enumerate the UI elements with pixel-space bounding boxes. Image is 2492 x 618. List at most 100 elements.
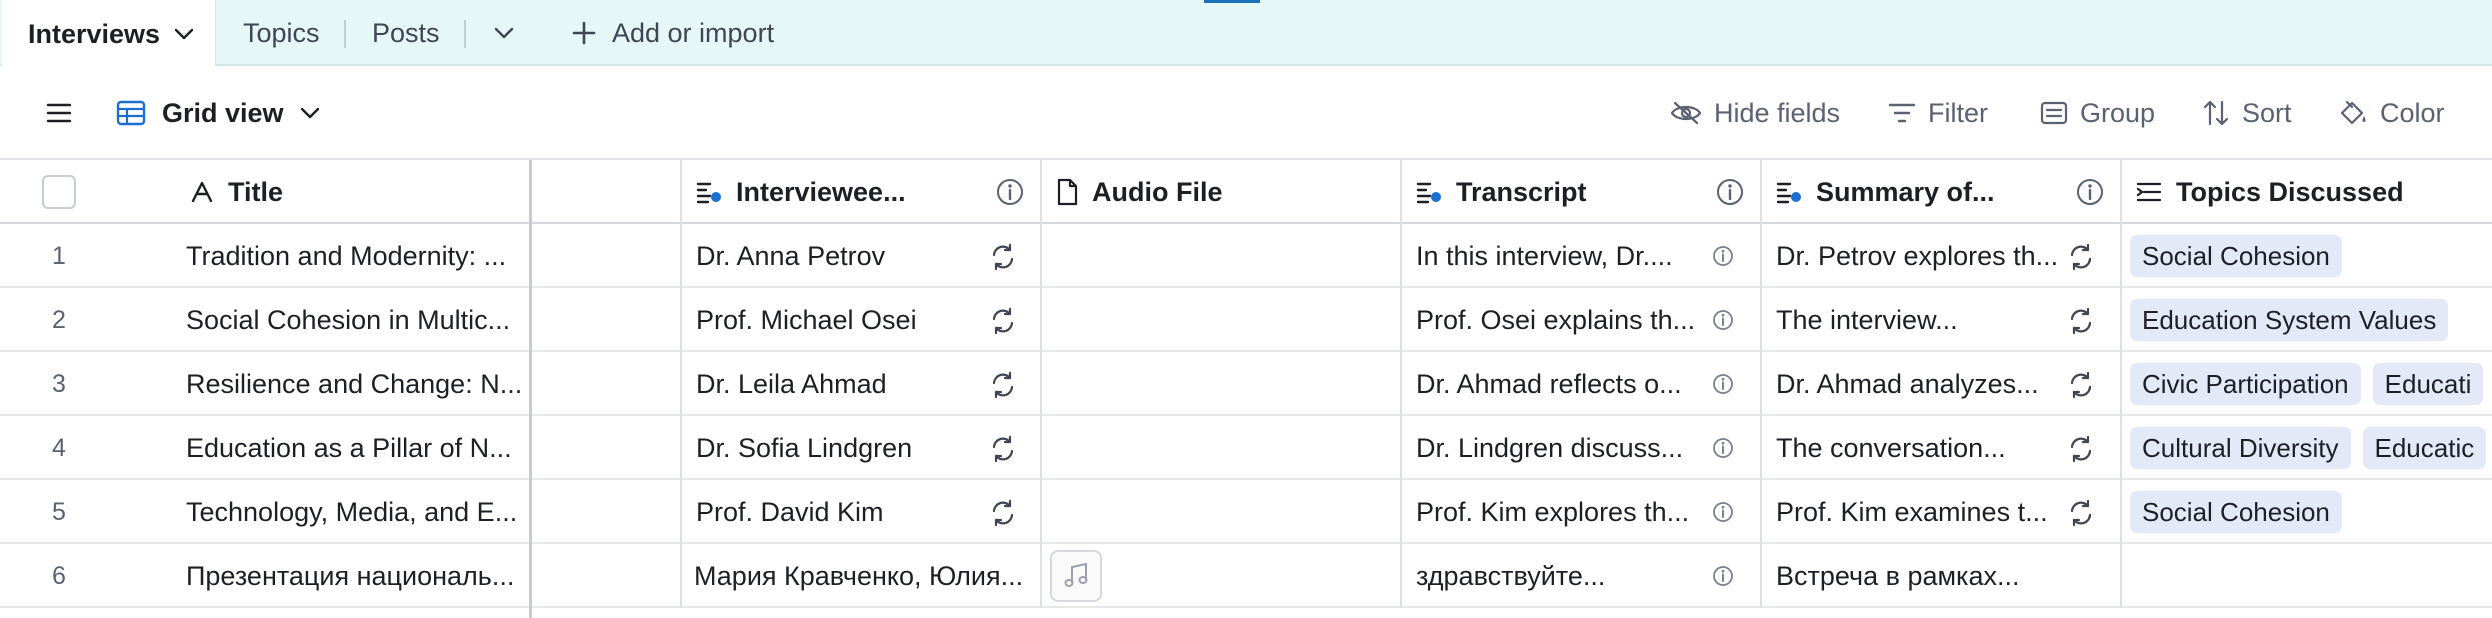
add-or-import-button[interactable]: Add or import [572, 0, 774, 66]
cell-summary[interactable]: Prof. Kim examines t... [1776, 480, 2058, 544]
table-row[interactable]: 4 Education as a Pillar of N... Dr. Sofi… [0, 416, 2492, 480]
cell-audio-file[interactable] [1044, 416, 1398, 480]
column-header-audio-file[interactable]: Audio File [1042, 160, 1400, 224]
column-header-topics[interactable]: Topics Discussed [2122, 160, 2492, 224]
info-icon[interactable] [1712, 373, 1734, 395]
column-header-transcript[interactable]: Transcript [1402, 160, 1760, 224]
cell-transcript[interactable]: Dr. Lindgren discuss... [1416, 416, 1716, 480]
tab-interviews[interactable]: Interviews [2, 0, 216, 68]
cell-topics[interactable]: Cultural Diversity Educatic [2130, 416, 2492, 480]
cell-topics[interactable]: Social Cohesion [2130, 224, 2492, 288]
topic-pill[interactable]: Educati [2372, 363, 2484, 405]
cell-summary-text: Dr. Petrov explores th... [1776, 240, 2058, 271]
table-row[interactable]: 3 Resilience and Change: N... Dr. Leila … [0, 352, 2492, 416]
menu-button[interactable] [46, 66, 72, 160]
more-tables-button[interactable] [494, 0, 514, 66]
info-icon[interactable] [2076, 178, 2104, 206]
refresh-icon[interactable] [2068, 244, 2094, 270]
cell-title[interactable]: Tradition and Modernity: ... [186, 224, 522, 288]
cell-title[interactable]: Social Cohesion in Multic... [186, 288, 522, 352]
refresh-icon[interactable] [990, 244, 1016, 270]
topic-pill[interactable]: Educatic [2362, 427, 2487, 469]
select-all-checkbox[interactable] [42, 175, 76, 209]
column-header-interviewee[interactable]: Interviewee... [682, 160, 1040, 224]
group-button[interactable]: Group [2040, 66, 2155, 160]
cell-transcript[interactable]: Prof. Kim explores th... [1416, 480, 1716, 544]
cell-interviewee[interactable]: Prof. Michael Osei [696, 288, 1026, 352]
cell-title[interactable]: Education as a Pillar of N... [186, 416, 522, 480]
tab-topics[interactable]: Topics [243, 0, 320, 66]
column-header-title[interactable]: Title [176, 160, 530, 224]
cell-interviewee[interactable]: Dr. Sofia Lindgren [696, 416, 1026, 480]
color-button[interactable]: Color [2338, 66, 2445, 160]
cell-summary[interactable]: Dr. Petrov explores th... [1776, 224, 2058, 288]
column-header-summary[interactable]: Summary of... [1762, 160, 2120, 224]
info-icon[interactable] [1712, 437, 1734, 459]
eye-slash-icon [1670, 101, 1702, 125]
filter-button[interactable]: Filter [1888, 66, 1988, 160]
cell-audio-file[interactable] [1044, 224, 1398, 288]
refresh-icon[interactable] [2068, 436, 2094, 462]
frozen-column-divider[interactable] [529, 160, 532, 618]
sort-button[interactable]: Sort [2202, 66, 2292, 160]
cell-interviewee[interactable]: Dr. Anna Petrov [696, 224, 1026, 288]
linked-record-icon [2136, 181, 2162, 203]
cell-transcript[interactable]: здравствуйте... [1416, 544, 1716, 608]
info-icon[interactable] [1712, 245, 1734, 267]
topic-pill[interactable]: Education System Values [2130, 299, 2449, 341]
table-row[interactable]: 6 Презентация националь... Мария Кравчен… [0, 544, 2492, 608]
cell-title[interactable]: Technology, Media, and E... [186, 480, 522, 544]
column-divider [1040, 160, 1042, 608]
cell-title[interactable]: Презентация националь... [186, 544, 522, 608]
cell-topics[interactable]: Civic Participation Educati [2130, 352, 2492, 416]
cell-title-text: Презентация националь... [186, 560, 515, 591]
refresh-icon[interactable] [990, 372, 1016, 398]
cell-audio-file[interactable] [1044, 352, 1398, 416]
cell-summary[interactable]: The conversation... [1776, 416, 2058, 480]
cell-title-text: Social Cohesion in Multic... [186, 304, 511, 335]
add-or-import-label: Add or import [612, 17, 775, 48]
chevron-down-icon[interactable] [174, 28, 194, 40]
cell-transcript[interactable]: Prof. Osei explains th... [1416, 288, 1716, 352]
refresh-icon[interactable] [990, 308, 1016, 334]
cell-audio-file[interactable] [1044, 544, 1398, 608]
topic-pill[interactable]: Social Cohesion [2130, 491, 2342, 533]
info-icon[interactable] [996, 178, 1024, 206]
cell-transcript-text: Prof. Kim explores th... [1416, 496, 1690, 527]
cell-topics[interactable]: Education System Values [2130, 288, 2492, 352]
cell-audio-file[interactable] [1044, 480, 1398, 544]
topic-pill[interactable]: Cultural Diversity [2130, 427, 2351, 469]
refresh-icon[interactable] [2068, 372, 2094, 398]
cell-summary[interactable]: The interview... [1776, 288, 2058, 352]
audio-file-thumbnail[interactable] [1050, 550, 1102, 602]
table-row[interactable]: 2 Social Cohesion in Multic... Prof. Mic… [0, 288, 2492, 352]
hide-fields-button[interactable]: Hide fields [1670, 66, 1840, 160]
cell-interviewee[interactable]: Dr. Leila Ahmad [696, 352, 1026, 416]
cell-topics[interactable] [2130, 544, 2492, 608]
table-row[interactable]: 5 Technology, Media, and E... Prof. Davi… [0, 480, 2492, 544]
ai-text-field-icon [696, 180, 722, 204]
cell-summary[interactable]: Dr. Ahmad analyzes... [1776, 352, 2058, 416]
tab-posts[interactable]: Posts [372, 0, 440, 66]
cell-title[interactable]: Resilience and Change: N... [186, 352, 522, 416]
refresh-icon[interactable] [990, 436, 1016, 462]
refresh-icon[interactable] [990, 500, 1016, 526]
info-icon[interactable] [1716, 178, 1744, 206]
cell-interviewee[interactable]: Prof. David Kim [696, 480, 1026, 544]
info-icon[interactable] [1712, 501, 1734, 523]
cell-topics[interactable]: Social Cohesion [2130, 480, 2492, 544]
info-icon[interactable] [1712, 309, 1734, 331]
cell-transcript[interactable]: In this interview, Dr.... [1416, 224, 1716, 288]
cell-audio-file[interactable] [1044, 288, 1398, 352]
cell-summary[interactable]: Встреча в рамках... [1776, 544, 2106, 608]
view-switcher[interactable]: Grid view [116, 66, 320, 160]
topic-pill[interactable]: Social Cohesion [2130, 235, 2342, 277]
refresh-icon[interactable] [2068, 500, 2094, 526]
sort-icon [2202, 99, 2230, 127]
cell-transcript[interactable]: Dr. Ahmad reflects o... [1416, 352, 1716, 416]
topic-pill[interactable]: Civic Participation [2130, 363, 2361, 405]
cell-interviewee[interactable]: Мария Кравченко, Юлия... [694, 544, 1024, 608]
refresh-icon[interactable] [2068, 308, 2094, 334]
table-row[interactable]: 1 Tradition and Modernity: ... Dr. Anna … [0, 224, 2492, 288]
info-icon[interactable] [1712, 565, 1734, 587]
